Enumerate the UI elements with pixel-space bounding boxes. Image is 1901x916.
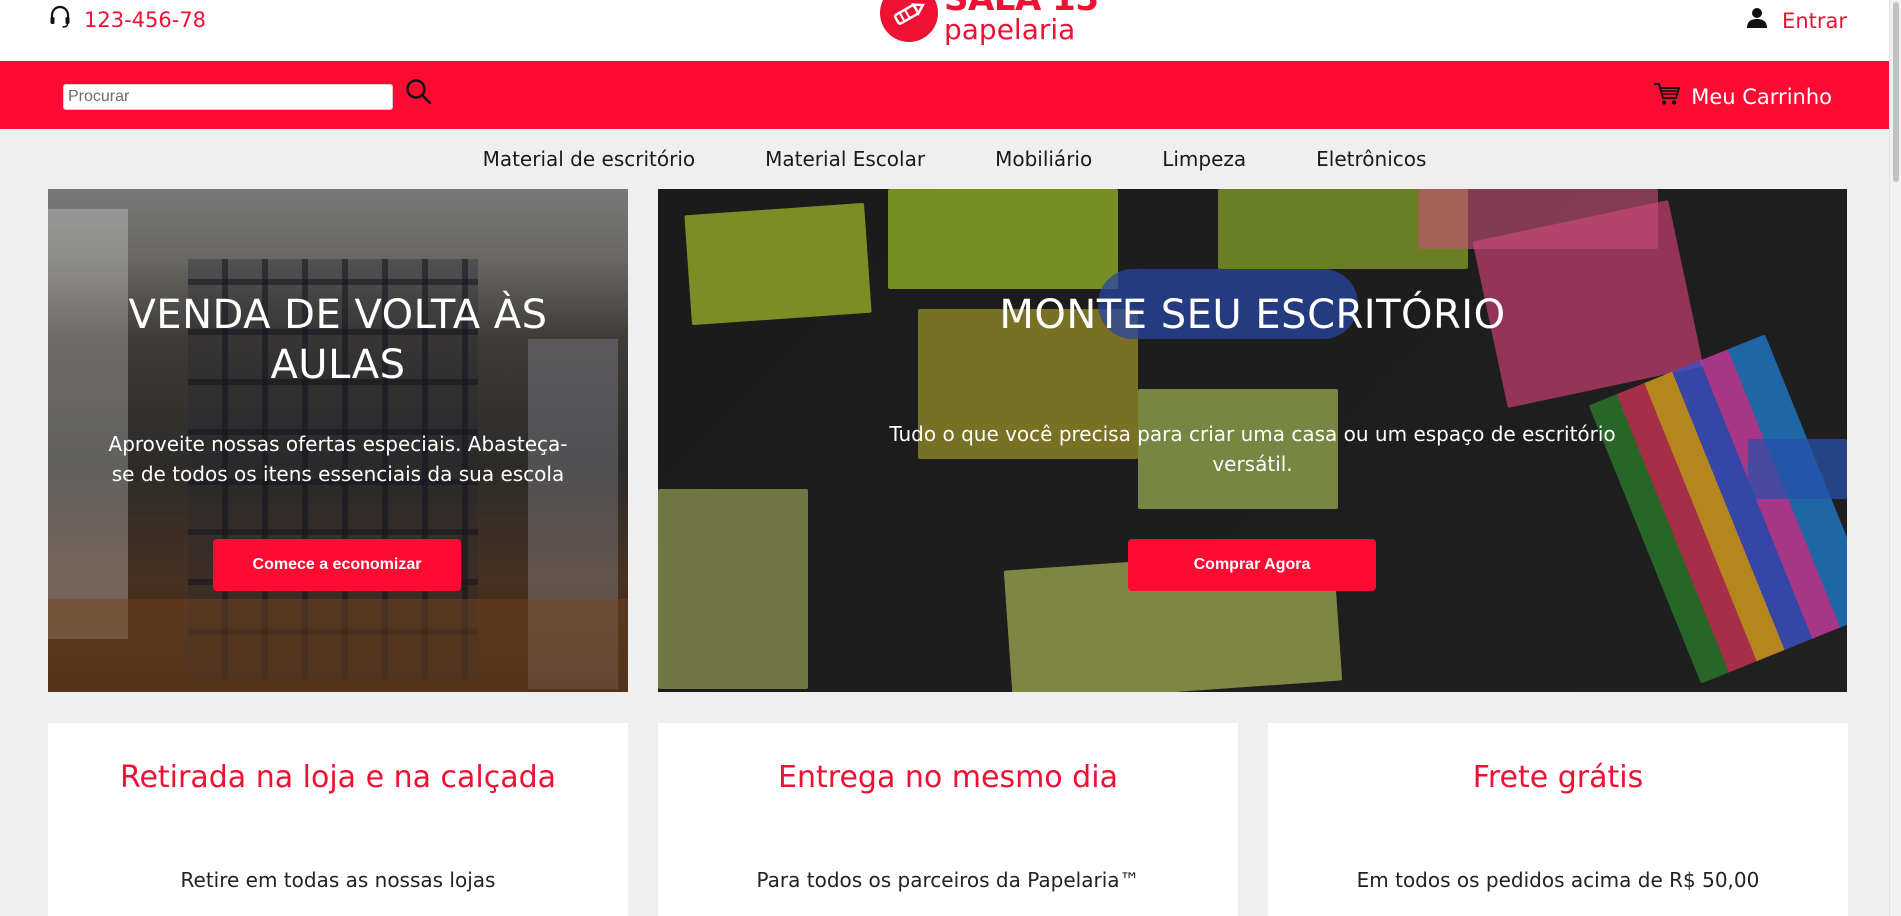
hero-background-floor (48, 599, 628, 692)
scrollbar-thumb[interactable] (1893, 2, 1899, 182)
hero-background-window (48, 209, 128, 639)
markers-decoration (1588, 334, 1847, 684)
category-office-supplies[interactable]: Material de escritório (483, 147, 696, 171)
site-logo[interactable]: SALA 15 papelaria (880, 0, 1099, 46)
phone-contact[interactable]: 123-456-78 (48, 4, 206, 35)
search-button[interactable] (404, 79, 434, 109)
phone-number: 123-456-78 (84, 7, 207, 32)
pencil-logo-icon (880, 0, 938, 42)
hero-back-to-school: VENDA DE VOLTA ÀS AULAS Aproveite nossas… (48, 189, 628, 692)
hero-left-text: Aproveite nossas ofertas especiais. Abas… (108, 432, 568, 486)
category-furniture[interactable]: Mobiliário (995, 147, 1092, 171)
feature-text: Em todos os pedidos acima de R$ 50,00 (1356, 868, 1760, 892)
page-scrollbar[interactable] (1889, 0, 1901, 916)
hero-left-title: VENDA DE VOLTA ÀS AULAS (128, 292, 548, 388)
logo-subtitle: papelaria (944, 13, 1076, 46)
shop-now-button[interactable]: Comprar Agora (1128, 539, 1376, 591)
cart-button[interactable]: Meu Carrinho (1653, 81, 1832, 112)
cart-icon (1653, 81, 1681, 112)
feature-title: Entrega no mesmo dia (778, 760, 1118, 795)
feature-title: Frete grátis (1472, 760, 1644, 795)
login-link[interactable]: Entrar (1746, 6, 1847, 35)
category-cleaning[interactable]: Limpeza (1162, 147, 1246, 171)
sticky-note-decoration (658, 489, 808, 689)
hero-right-title: MONTE SEU ESCRITÓRIO (999, 292, 1506, 338)
feature-text: Retire em todas as nossas lojas (180, 868, 496, 892)
user-icon (1746, 6, 1768, 35)
sticky-note-decoration (1418, 189, 1658, 249)
category-electronics[interactable]: Eletrônicos (1316, 147, 1426, 171)
search-icon (405, 78, 433, 110)
search-input[interactable] (63, 84, 393, 110)
feature-text: Para todos os parceiros da Papelaria™ (756, 868, 1140, 892)
category-nav: Material de escritório Material Escolar … (0, 129, 1889, 189)
login-label: Entrar (1782, 8, 1847, 33)
feature-card-same-day: Entrega no mesmo dia Para todos os parce… (658, 723, 1238, 916)
cart-label: Meu Carrinho (1691, 84, 1832, 109)
category-school-supplies[interactable]: Material Escolar (765, 147, 925, 171)
sticky-note-decoration (888, 189, 1118, 289)
hero-build-office: MONTE SEU ESCRITÓRIO Tudo o que você pre… (658, 189, 1847, 692)
feature-card-free-shipping: Frete grátis Em todos os pedidos acima d… (1268, 723, 1848, 916)
headset-icon (48, 4, 72, 35)
top-bar: 123-456-78 SALA 15 papelaria Entrar (0, 0, 1889, 61)
start-saving-button[interactable]: Comece a economizar (213, 539, 461, 591)
search-bar-strip: Meu Carrinho (0, 61, 1889, 129)
feature-card-pickup: Retirada na loja e na calçada Retire em … (48, 723, 628, 916)
hero-right-text: Tudo o que você precisa para criar uma c… (889, 422, 1616, 476)
feature-title: Retirada na loja e na calçada (119, 760, 557, 795)
